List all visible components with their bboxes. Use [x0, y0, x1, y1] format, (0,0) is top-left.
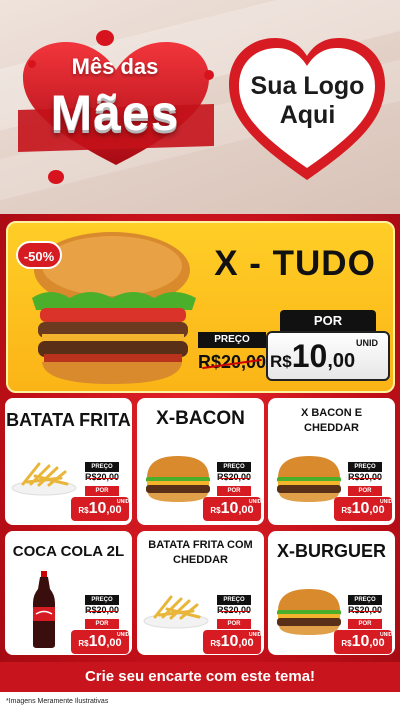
- por-label: POR: [217, 486, 251, 496]
- product-name: X-BURGUER: [276, 541, 386, 561]
- featured-product-name: X - TUDO: [214, 244, 376, 283]
- product-name: X BACON E CHEDDAR: [300, 407, 363, 434]
- discount-badge: -50%: [16, 241, 62, 269]
- por-label: POR: [348, 619, 382, 629]
- old-price: R$20,00: [348, 472, 383, 482]
- unit-label: UNID: [380, 632, 393, 638]
- fries-icon: [9, 456, 79, 501]
- product-name: BATATA FRITA COM CHEDDAR: [148, 539, 253, 566]
- product-name: BATATA FRITA: [6, 410, 131, 430]
- featured-price: R$10,00: [270, 338, 356, 374]
- old-price: R$20,00: [85, 472, 120, 482]
- soda-bottle-icon: [29, 569, 59, 654]
- cta-banner[interactable]: Crie seu encarte com este tema!: [0, 662, 400, 692]
- por-label: POR: [85, 486, 119, 496]
- old-price: R$20,00: [217, 472, 252, 482]
- product-card[interactable]: X-BURGUER PREÇO R$20,00 POR R$10,00 UNID: [268, 531, 395, 655]
- product-card[interactable]: COCA COLA 2L PREÇO R$20,00 POR R$10,00 UNID: [5, 531, 132, 655]
- product-card[interactable]: BATATA FRITA PREÇO R$20,00 POR R$10,00 UNID: [5, 398, 132, 525]
- heart-sparkle-icon: [48, 170, 64, 184]
- price-label: PREÇO: [217, 595, 251, 605]
- title-small: Mês das: [71, 54, 159, 79]
- price-label: PREÇO: [85, 595, 119, 605]
- unit-label: UNID: [380, 499, 393, 505]
- fries-icon: [141, 589, 211, 634]
- por-label: POR: [280, 310, 376, 332]
- product-name: X-BACON: [156, 408, 245, 429]
- por-label: POR: [85, 619, 119, 629]
- old-price: R$20,00: [217, 605, 252, 615]
- logo-placeholder: Sua Logo Aqui: [250, 72, 365, 129]
- por-label: POR: [217, 619, 251, 629]
- price-label: PREÇO: [198, 332, 266, 348]
- old-price: R$20,00: [348, 605, 383, 615]
- product-card[interactable]: X-BACON PREÇO R$20,00 POR R$10,00 UNID: [137, 398, 264, 525]
- disclaimer: *Imagens Meramente Ilustrativas: [6, 698, 109, 705]
- price-label: PREÇO: [348, 462, 382, 472]
- heart-sparkle-icon: [96, 30, 114, 46]
- product-card[interactable]: BATATA FRITA COM CHEDDAR PREÇO R$20,00 POR R$…: [137, 531, 264, 655]
- unit-label: UNID: [249, 499, 262, 505]
- unit-label: UNID: [117, 499, 130, 505]
- unit-label: UNID: [356, 338, 378, 348]
- old-price: R$20,00: [198, 352, 267, 372]
- unit-label: UNID: [117, 632, 130, 638]
- title-big: Mães: [50, 85, 180, 141]
- product-card[interactable]: X BACON E CHEDDAR PREÇO R$20,00 POR R$10,00 UN…: [268, 398, 395, 525]
- unit-label: UNID: [249, 632, 262, 638]
- price-label: PREÇO: [217, 462, 251, 472]
- heart-sparkle-icon: [204, 70, 214, 80]
- heart-sparkle-icon: [28, 60, 36, 68]
- price-label: PREÇO: [348, 595, 382, 605]
- product-name: COCA COLA 2L: [12, 543, 125, 560]
- old-price: R$20,00: [85, 605, 120, 615]
- price-label: PREÇO: [85, 462, 119, 472]
- por-label: POR: [348, 486, 382, 496]
